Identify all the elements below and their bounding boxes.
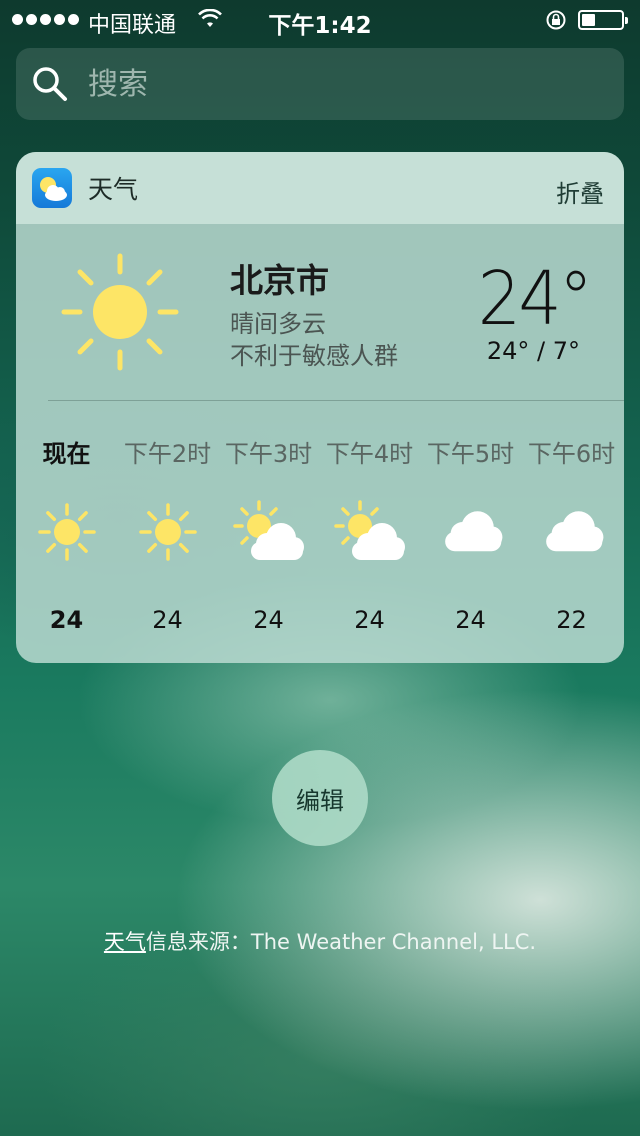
edit-button[interactable]: 编辑	[272, 750, 368, 846]
partly-cloudy-icon	[232, 500, 304, 560]
widget-title: 天气	[88, 175, 139, 204]
hour-label: 现在	[42, 440, 91, 468]
weather-source-text: 信息来源：The Weather Channel, LLC.	[145, 930, 537, 954]
hour-label: 下午4时	[325, 440, 414, 468]
hourly-forecast: 现在 24 下午2时 24 下午3时 24 下午4时 24 下午5时 24 下午6时 22	[16, 418, 624, 648]
current-weather: 北京市 晴间多云 不利于敏感人群 24° 24° / 7°	[16, 224, 624, 400]
divider	[48, 400, 624, 401]
hour-temperature: 24	[49, 606, 84, 634]
partly-cloudy-icon	[333, 500, 405, 560]
hour-temperature: 24	[354, 606, 385, 634]
air-quality: 不利于敏感人群	[230, 342, 398, 370]
weather-condition: 晴间多云	[230, 310, 326, 338]
hourly-item: 下午3时 24	[218, 418, 319, 648]
rotation-lock-icon	[546, 10, 566, 30]
hour-temperature: 24	[455, 606, 486, 634]
search-bar[interactable]	[16, 48, 624, 120]
hour-temperature: 24	[253, 606, 284, 634]
city-name: 北京市	[230, 261, 329, 300]
current-temperature: 24°	[477, 256, 593, 342]
collapse-button[interactable]: 折叠	[556, 174, 604, 209]
hour-temperature: 24	[152, 606, 183, 634]
hour-label: 下午3时	[224, 440, 313, 468]
hourly-item: 下午6时 22	[521, 418, 622, 648]
sun-icon	[61, 253, 179, 371]
cloud-icon	[444, 511, 502, 552]
hourly-item: 下午2时 24	[117, 418, 218, 648]
cloud-icon	[545, 511, 603, 552]
hour-label: 下午2时	[123, 440, 212, 468]
hour-label: 下午6时	[527, 440, 616, 468]
weather-app-icon	[32, 168, 72, 208]
status-bar: 中国联通 下午1:42	[0, 0, 640, 40]
hourly-item: 下午5时 24	[420, 418, 521, 648]
sun-icon	[37, 503, 96, 561]
clock: 下午1:42	[268, 13, 372, 39]
weather-widget[interactable]: 天气 折叠 北京市 晴间多云 不利于敏感人群 24° 24° / 7° 现在 24…	[16, 152, 624, 663]
sun-icon	[138, 503, 197, 561]
weather-source: 天气信息来源：The Weather Channel, LLC.	[0, 926, 640, 956]
high-low-temperature: 24° / 7°	[486, 337, 580, 365]
widget-header: 天气 折叠	[16, 152, 624, 224]
search-input[interactable]	[88, 66, 568, 102]
search-icon	[33, 67, 67, 101]
weather-source-link[interactable]: 天气	[104, 930, 146, 954]
hourly-item: 现在 24	[16, 418, 117, 648]
battery-icon	[578, 10, 628, 30]
hour-label: 下午5时	[426, 440, 515, 468]
hour-temperature: 22	[556, 606, 587, 634]
hourly-item: 下午4时 24	[319, 418, 420, 648]
